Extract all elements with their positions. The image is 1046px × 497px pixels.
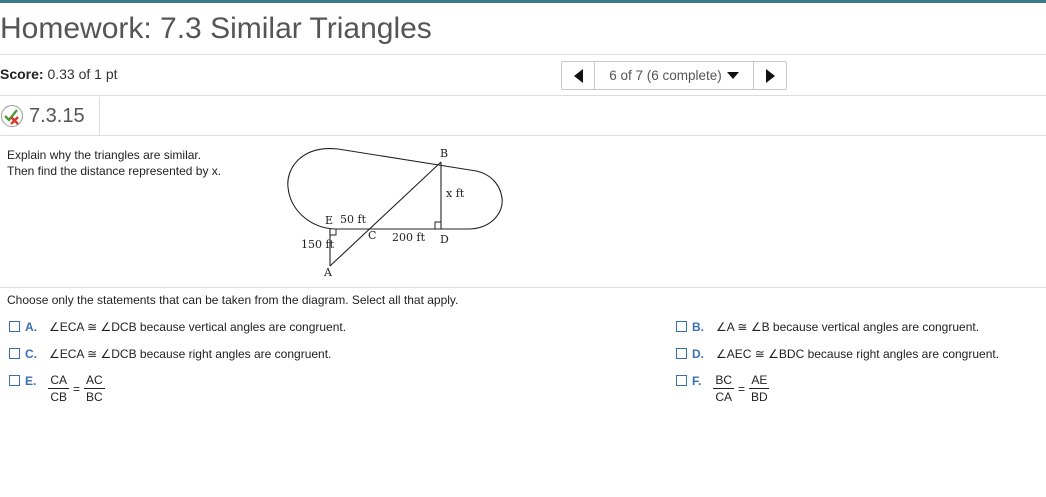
checkbox-a[interactable] bbox=[9, 321, 20, 332]
score-value: 0.33 of 1 pt bbox=[47, 66, 118, 82]
checkbox-b[interactable] bbox=[676, 321, 687, 332]
label-ea-length: 150 ft bbox=[301, 238, 335, 251]
similar-triangles-diagram: B x ft E 50 ft C 200 ft D 150 ft A bbox=[287, 147, 503, 279]
option-a[interactable]: A. ∠ECA ≅ ∠DCB because vertical angles a… bbox=[9, 320, 346, 334]
numerator: BC bbox=[713, 373, 735, 389]
arrow-right-icon bbox=[765, 68, 775, 83]
question-prompt: Explain why the triangles are similar. T… bbox=[7, 147, 221, 179]
denominator: CA bbox=[715, 390, 733, 404]
fraction-right: AC BC bbox=[84, 373, 105, 405]
divider bbox=[0, 54, 1046, 55]
checkbox-c[interactable] bbox=[9, 348, 20, 359]
label-x: x ft bbox=[446, 187, 465, 200]
score-display: Score: 0.33 of 1 pt bbox=[0, 66, 118, 82]
option-letter: F. bbox=[692, 374, 702, 388]
option-letter: C. bbox=[25, 347, 37, 361]
question-number: 7.3.15 bbox=[29, 104, 85, 127]
right-angle-mark-d bbox=[434, 221, 441, 229]
denominator: BD bbox=[751, 390, 768, 404]
option-text: ∠ECA ≅ ∠DCB because vertical angles are … bbox=[49, 320, 347, 334]
option-letter: D. bbox=[692, 347, 704, 361]
option-text: ∠A ≅ ∠B because vertical angles are cong… bbox=[716, 320, 980, 334]
denominator: CB bbox=[50, 390, 68, 404]
label-e: E bbox=[325, 214, 333, 227]
option-b[interactable]: B. ∠A ≅ ∠B because vertical angles are c… bbox=[676, 320, 979, 334]
numerator: AC bbox=[84, 373, 105, 389]
option-text: ∠ECA ≅ ∠DCB because right angles are con… bbox=[49, 347, 332, 361]
option-letter: A. bbox=[25, 320, 37, 334]
label-c: C bbox=[368, 229, 376, 242]
question-select-dropdown[interactable]: 6 of 7 (6 complete) bbox=[594, 62, 754, 89]
numerator: CA bbox=[48, 373, 70, 389]
label-a: A bbox=[323, 266, 333, 279]
option-letter: B. bbox=[692, 320, 704, 334]
checkbox-d[interactable] bbox=[676, 348, 687, 359]
right-angle-mark-e bbox=[330, 229, 337, 236]
fraction-left: BC CA bbox=[713, 373, 735, 405]
previous-question-button[interactable] bbox=[562, 62, 594, 89]
divider bbox=[0, 287, 1046, 288]
fraction-left: CA CB bbox=[48, 373, 70, 405]
arrow-left-icon bbox=[573, 68, 583, 83]
label-ec-length: 50 ft bbox=[340, 213, 367, 226]
question-tab[interactable]: 7.3.15 bbox=[0, 97, 100, 135]
option-e[interactable]: E. CA CB = AC BC bbox=[9, 373, 105, 405]
page-title: Homework: 7.3 Similar Triangles bbox=[0, 12, 432, 45]
question-position-label: 6 of 7 (6 complete) bbox=[609, 68, 722, 83]
option-letter: E. bbox=[25, 374, 37, 388]
option-f[interactable]: F. BC CA = AE BD bbox=[676, 373, 770, 405]
denominator: BC bbox=[86, 390, 103, 404]
option-text: ∠AEC ≅ ∠BDC because right angles are con… bbox=[716, 347, 1000, 361]
equals-sign: = bbox=[738, 382, 746, 396]
fraction-right: AE BD bbox=[749, 373, 770, 405]
checkbox-e[interactable] bbox=[9, 375, 20, 386]
equals-sign: = bbox=[73, 382, 81, 396]
label-d: D bbox=[440, 233, 449, 246]
prompt-line-1: Explain why the triangles are similar. bbox=[7, 148, 202, 162]
option-c[interactable]: C. ∠ECA ≅ ∠DCB because right angles are … bbox=[9, 347, 331, 361]
top-accent-bar bbox=[0, 0, 1046, 3]
lake-outline bbox=[287, 148, 503, 230]
divider bbox=[0, 135, 1046, 136]
divider bbox=[0, 95, 1046, 96]
label-b: B bbox=[440, 147, 448, 160]
instructions: Choose only the statements that can be t… bbox=[7, 293, 459, 307]
prompt-line-2: Then find the distance represented by x. bbox=[7, 164, 222, 178]
checkbox-f[interactable] bbox=[676, 375, 687, 386]
next-question-button[interactable] bbox=[754, 62, 786, 89]
option-d[interactable]: D. ∠AEC ≅ ∠BDC because right angles are … bbox=[676, 347, 999, 361]
question-navigator: 6 of 7 (6 complete) bbox=[561, 61, 787, 90]
label-cd-length: 200 ft bbox=[392, 231, 426, 244]
numerator: AE bbox=[749, 373, 770, 389]
score-label: Score: bbox=[0, 66, 44, 82]
caret-down-icon bbox=[726, 72, 739, 79]
partial-credit-icon bbox=[1, 105, 23, 127]
